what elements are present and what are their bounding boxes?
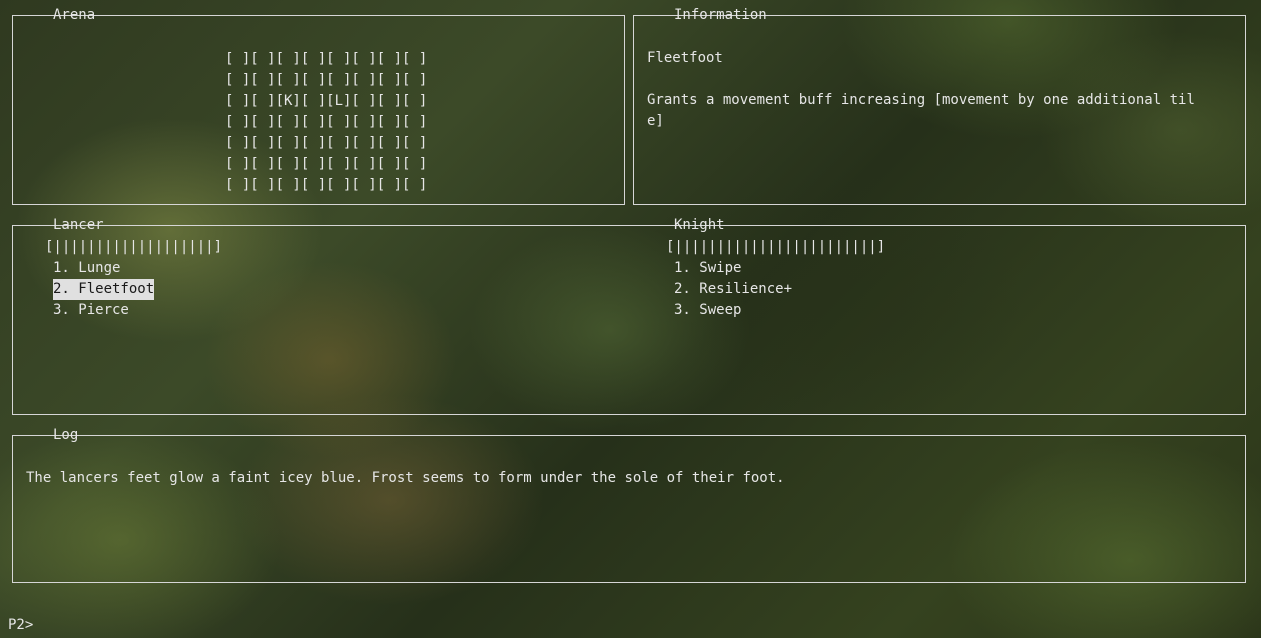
arena-row: [ ][ ][ ][ ][ ][ ][ ][ ] [225, 51, 428, 67]
arena-title: Arena [53, 7, 96, 23]
information-description-line-1: Grants a movement buff increasing [movem… [647, 92, 1195, 108]
log-title: Log [53, 427, 79, 443]
knight-move-sweep[interactable]: 3. Sweep [674, 300, 741, 321]
command-prompt[interactable]: P2> [8, 615, 33, 636]
information-title: Information [674, 7, 767, 23]
arena-row: [ ][ ][ ][ ][ ][ ][ ][ ] [225, 177, 428, 193]
information-panel: Information Fleetfoot Grants a movement … [633, 7, 1246, 205]
arena-panel: Arena [ ][ ][ ][ ][ ][ ][ ][ ] [ ][ ][ ]… [12, 7, 625, 205]
arena-row: [ ][ ][ ][ ][ ][ ][ ][ ] [225, 114, 428, 130]
log-panel: Log The lancers feet glow a faint icey b… [12, 427, 1246, 583]
lancer-health-bar: [|||||||||||||||||||] [45, 239, 223, 255]
lancer-move-fleetfoot[interactable]: 2. Fleetfoot [53, 279, 155, 300]
lancer-move-lunge[interactable]: 1. Lunge [53, 258, 120, 279]
knight-move-swipe[interactable]: 1. Swipe [674, 258, 741, 279]
log-message: The lancers feet glow a faint icey blue.… [26, 470, 785, 486]
arena-row: [ ][ ][ ][ ][ ][ ][ ][ ] [225, 156, 428, 172]
lancer-title: Lancer [53, 217, 104, 233]
knight-health-bar: [||||||||||||||||||||||||] [666, 239, 886, 255]
lancer-move-pierce[interactable]: 3. Pierce [53, 300, 129, 321]
information-description-line-2: e] [647, 113, 664, 129]
knight-title: Knight [674, 217, 725, 233]
information-heading: Fleetfoot [647, 50, 723, 66]
arena-row: [ ][ ][ ][ ][ ][ ][ ][ ] [225, 135, 428, 151]
arena-row: [ ][ ][ ][ ][ ][ ][ ][ ] [225, 72, 428, 88]
arena-row: [ ][ ][K][ ][L][ ][ ][ ] [225, 93, 428, 109]
knight-move-resilience[interactable]: 2. Resilience+ [674, 279, 792, 300]
fighters-panel: Lancer [|||||||||||||||||||] 1. Lunge 2.… [12, 217, 1246, 415]
